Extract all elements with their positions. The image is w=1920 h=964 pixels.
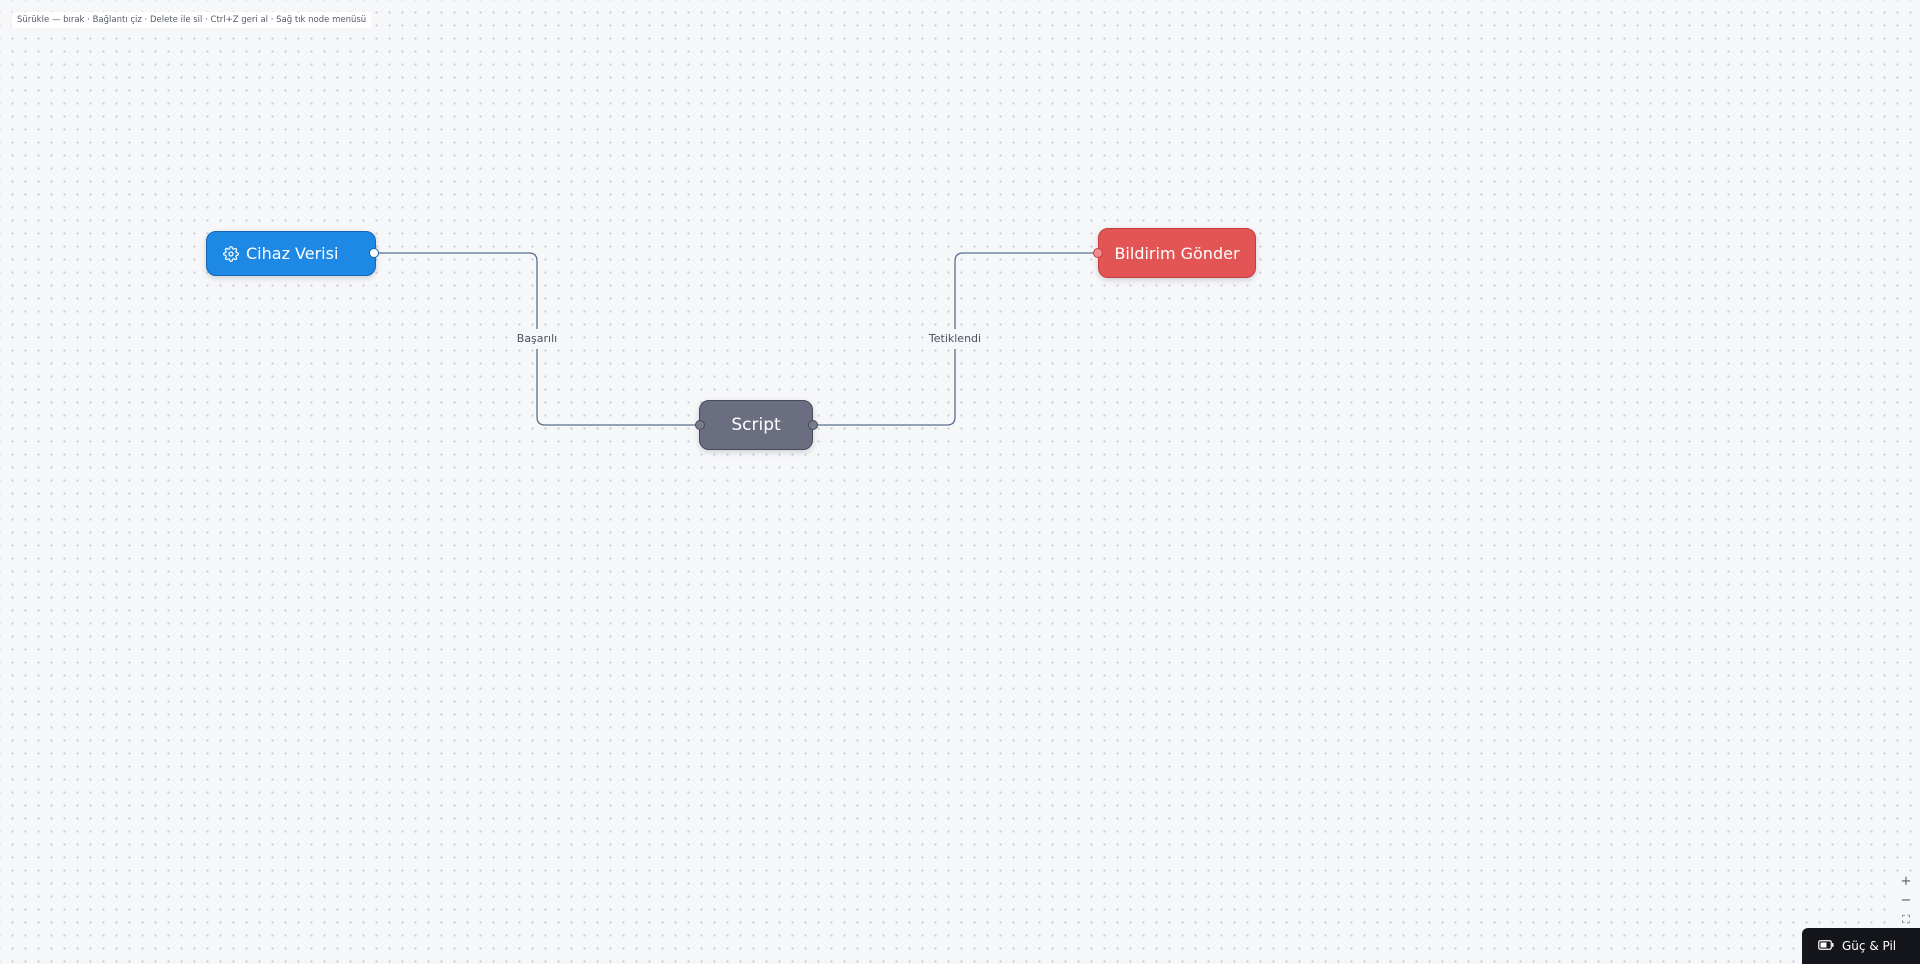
power-battery-button[interactable]: Güç & Pil (1802, 928, 1920, 964)
send-notification-input-handle[interactable] (1093, 248, 1103, 258)
zoom-out-button[interactable]: − (1896, 891, 1916, 910)
node-send-notification-label: Bildirim Gönder (1114, 243, 1240, 263)
fit-view-button[interactable]: ⛶ (1896, 910, 1916, 929)
node-script-label: Script (731, 415, 781, 435)
node-send-notification[interactable]: Bildirim Gönder (1098, 228, 1256, 278)
edge-label-triggered: Tetiklendi (925, 329, 985, 349)
device-data-output-handle[interactable] (369, 248, 379, 258)
gear-icon (223, 245, 239, 262)
battery-icon (1818, 939, 1834, 953)
script-output-handle[interactable] (808, 420, 818, 430)
node-device-data[interactable]: Cihaz Verisi (206, 231, 376, 276)
edges-layer (374, 252, 1098, 426)
power-battery-label: Güç & Pil (1842, 939, 1897, 953)
edge-label-successful: Başarılı (513, 329, 561, 349)
zoom-in-button[interactable]: + (1896, 872, 1916, 891)
zoom-controls: + − ⛶ (1896, 872, 1916, 929)
shortcut-hint: Sürükle — bırak · Bağlantı çiz · Delete … (12, 12, 372, 28)
node-device-data-label: Cihaz Verisi (246, 244, 339, 263)
script-input-handle[interactable] (695, 420, 705, 430)
node-script[interactable]: Script (699, 400, 813, 450)
